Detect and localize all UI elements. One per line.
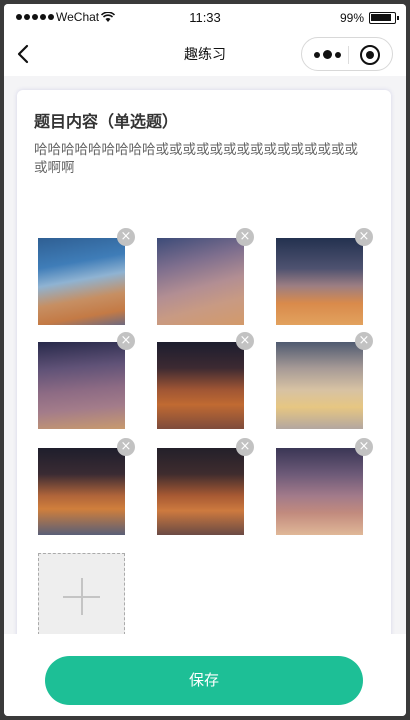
- phone-screen: WeChat 11:33 99% 趣练习 题目内容（单选题） 哈哈哈哈哈哈哈哈哈…: [4, 4, 406, 716]
- photo-sky-icon: [276, 448, 363, 535]
- image-thumbnail[interactable]: ×: [157, 438, 254, 535]
- capsule-divider: [348, 46, 349, 64]
- remove-image-icon[interactable]: ×: [236, 228, 254, 246]
- remove-image-icon[interactable]: ×: [117, 332, 135, 350]
- photo-sky-icon: [276, 238, 363, 325]
- image-thumbnail[interactable]: ×: [38, 332, 135, 429]
- photo-sky-icon: [38, 448, 125, 535]
- question-text: 哈哈哈哈哈哈哈哈哈或或或或或或或或或或或或或或或或啊啊: [34, 142, 358, 176]
- photo-sky-icon: [38, 342, 125, 429]
- more-options-icon[interactable]: [314, 48, 342, 62]
- save-button[interactable]: 保存: [45, 656, 363, 705]
- question-type-label: 题目内容（单选题）: [34, 112, 179, 131]
- status-bar: WeChat 11:33 99%: [4, 4, 406, 32]
- remove-image-icon[interactable]: ×: [355, 332, 373, 350]
- image-thumbnail[interactable]: ×: [276, 332, 373, 429]
- remove-image-icon[interactable]: ×: [236, 332, 254, 350]
- image-thumbnail[interactable]: ×: [157, 228, 254, 325]
- remove-image-icon[interactable]: ×: [236, 438, 254, 456]
- battery-percent: 99%: [339, 11, 364, 25]
- image-thumbnail[interactable]: ×: [38, 228, 135, 325]
- close-mini-program-icon[interactable]: [360, 45, 380, 65]
- remove-image-icon[interactable]: ×: [355, 438, 373, 456]
- photo-sky-icon: [157, 238, 244, 325]
- battery-icon: [369, 12, 399, 24]
- photo-sky-icon: [38, 238, 125, 325]
- image-thumbnail[interactable]: ×: [276, 438, 373, 535]
- image-thumbnail[interactable]: ×: [38, 438, 135, 535]
- question-card: 题目内容（单选题） 哈哈哈哈哈哈哈哈哈或或或或或或或或或或或或或或或或啊啊 × …: [17, 90, 391, 650]
- bottom-action-bar: 保存: [4, 634, 406, 716]
- mini-program-capsule: [301, 37, 393, 71]
- remove-image-icon[interactable]: ×: [117, 438, 135, 456]
- photo-sky-icon: [157, 448, 244, 535]
- remove-image-icon[interactable]: ×: [117, 228, 135, 246]
- photo-sky-icon: [157, 342, 244, 429]
- remove-image-icon[interactable]: ×: [355, 228, 373, 246]
- photo-sky-icon: [276, 342, 363, 429]
- navigation-bar: 趣练习: [4, 32, 406, 76]
- image-thumbnail[interactable]: ×: [157, 332, 254, 429]
- add-image-button[interactable]: [38, 553, 125, 640]
- image-thumbnail[interactable]: ×: [276, 228, 373, 325]
